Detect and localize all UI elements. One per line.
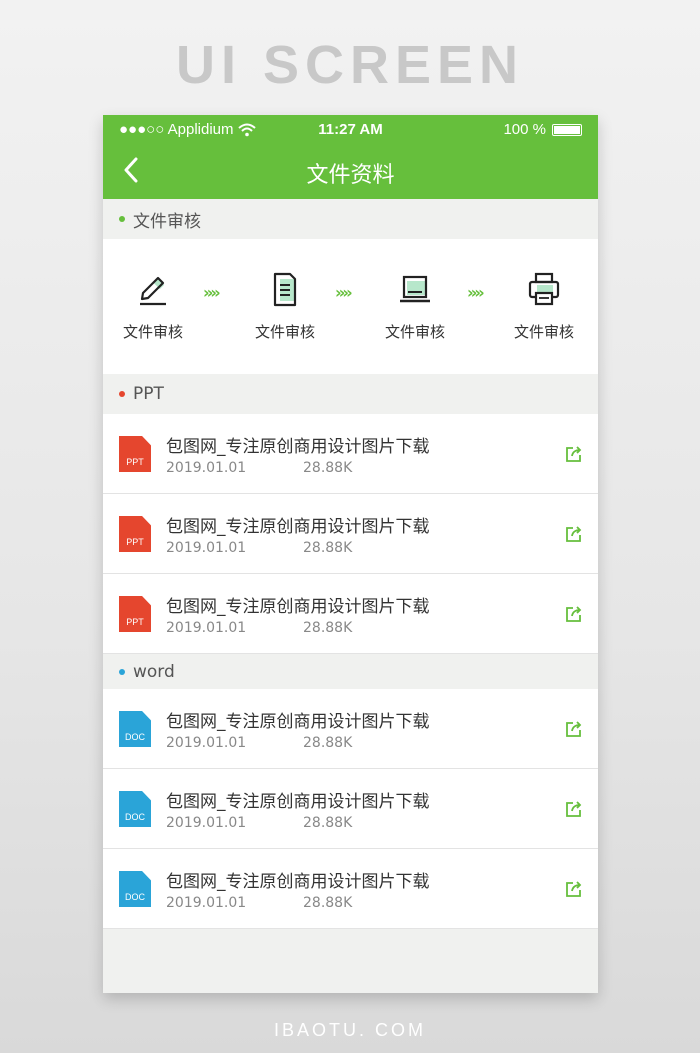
step-label: 文件审核 [254, 323, 315, 341]
section-dot [119, 668, 125, 675]
step-pen[interactable]: 文件审核 [108, 271, 198, 342]
pen-icon [140, 276, 166, 306]
chevron-right-icon: »» [335, 283, 353, 302]
file-row[interactable]: PPT 包图网_专注原创商用设计图片下载 2019.01.01 28.88K [103, 414, 598, 494]
status-bar: ●●●○○ Applidium 11:27 AM 100 % [103, 115, 598, 143]
file-size: 28.88K [303, 815, 353, 831]
battery-percent: 100 % [503, 121, 546, 138]
file-size: 28.88K [303, 620, 353, 636]
section-dot [119, 216, 125, 222]
chevron-right-icon: »» [203, 283, 221, 302]
step-printer[interactable]: 文件审核 [499, 271, 589, 342]
file-date: 2019.01.01 [166, 895, 247, 911]
section-header-review: 文件审核 [103, 199, 598, 239]
file-title: 包图网_专注原创商用设计图片下载 [166, 437, 430, 457]
share-icon[interactable] [564, 604, 584, 624]
share-icon[interactable] [564, 524, 584, 544]
file-row[interactable]: PPT 包图网_专注原创商用设计图片下载 2019.01.01 28.88K [103, 494, 598, 574]
file-row[interactable]: PPT 包图网_专注原创商用设计图片下载 2019.01.01 28.88K [103, 574, 598, 654]
file-date: 2019.01.01 [166, 460, 247, 476]
chevron-right-icon: »» [467, 283, 485, 302]
file-date: 2019.01.01 [166, 540, 247, 556]
file-size: 28.88K [303, 540, 353, 556]
headline: UI SCREEN [175, 35, 525, 95]
step-document[interactable]: 文件审核 [240, 271, 330, 342]
nav-bar: 文件资料 [103, 143, 598, 199]
step-laptop[interactable]: 文件审核 [370, 271, 460, 342]
file-title: 包图网_专注原创商用设计图片下载 [166, 712, 430, 732]
section-header-word: word [103, 654, 598, 689]
share-icon[interactable] [564, 799, 584, 819]
file-date: 2019.01.01 [166, 815, 247, 831]
battery-icon [552, 123, 582, 136]
share-icon[interactable] [564, 879, 584, 899]
section-dot [119, 391, 125, 397]
file-title: 包图网_专注原创商用设计图片下载 [166, 872, 430, 892]
file-title: 包图网_专注原创商用设计图片下载 [166, 517, 430, 537]
file-size: 28.88K [303, 460, 353, 476]
share-icon[interactable] [564, 444, 584, 464]
section-title: 文件审核 [133, 211, 201, 232]
doc-file-icon: DOC [119, 711, 151, 747]
footer-watermark: IBAOTU. COM [273, 1020, 426, 1040]
page-title: 文件资料 [306, 163, 395, 188]
step-label: 文件审核 [513, 323, 574, 341]
section-header-ppt: PPT [103, 374, 598, 414]
step-label: 文件审核 [122, 323, 183, 341]
section-title: word [133, 661, 175, 682]
file-date: 2019.01.01 [166, 735, 247, 751]
phone-screen: ●●●○○ Applidium 11:27 AM 100 % 文件资料 文件审核 [103, 115, 598, 993]
doc-file-icon: DOC [119, 871, 151, 907]
step-label: 文件审核 [384, 323, 445, 341]
document-icon [273, 272, 297, 307]
doc-file-icon: DOC [119, 791, 151, 827]
file-title: 包图网_专注原创商用设计图片下载 [166, 597, 430, 617]
section-title: PPT [133, 384, 164, 404]
top-bar: ●●●○○ Applidium 11:27 AM 100 % 文件资料 [103, 115, 598, 199]
file-row[interactable]: DOC 包图网_专注原创商用设计图片下载 2019.01.01 28.88K [103, 769, 598, 849]
ppt-file-icon: PPT [119, 436, 151, 472]
share-icon[interactable] [564, 719, 584, 739]
file-size: 28.88K [303, 735, 353, 751]
file-title: 包图网_专注原创商用设计图片下载 [166, 792, 430, 812]
ppt-file-icon: PPT [119, 596, 151, 632]
printer-icon [528, 272, 560, 306]
ppt-file-icon: PPT [119, 516, 151, 552]
file-date: 2019.01.01 [166, 620, 247, 636]
review-steps: 文件审核 »» 文件审核 »» 文件审核 »» 文件审核 [103, 239, 598, 374]
file-row[interactable]: DOC 包图网_专注原创商用设计图片下载 2019.01.01 28.88K [103, 849, 598, 929]
file-row[interactable]: DOC 包图网_专注原创商用设计图片下载 2019.01.01 28.88K [103, 689, 598, 769]
laptop-icon [400, 275, 430, 303]
file-size: 28.88K [303, 895, 353, 911]
